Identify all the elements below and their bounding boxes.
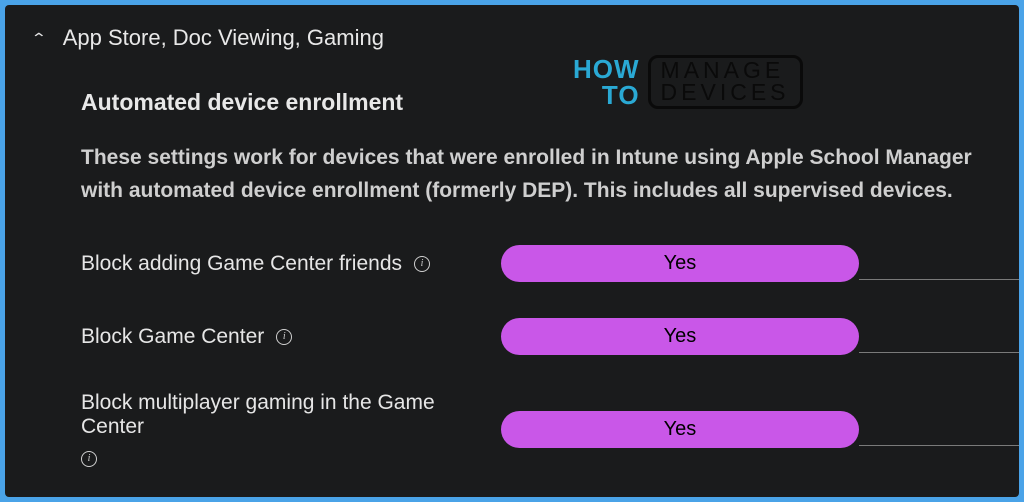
watermark-box: MANAGE DEVICES: [648, 55, 803, 109]
settings-panel: ⌃ App Store, Doc Viewing, Gaming HOW TO …: [5, 5, 1019, 497]
info-icon[interactable]: i: [276, 329, 292, 345]
content-area: Automated device enrollment These settin…: [33, 89, 1019, 467]
toggle-area: Yes: [501, 245, 1019, 282]
section-title: App Store, Doc Viewing, Gaming: [63, 25, 384, 51]
toggle-rail[interactable]: [859, 279, 1019, 280]
setting-row-block-gamecenter: Block Game Center i Yes: [81, 318, 1019, 355]
info-icon[interactable]: i: [414, 256, 430, 272]
setting-label: Block multiplayer gaming in the Game Cen…: [81, 391, 501, 439]
toggle-yes[interactable]: Yes: [501, 245, 859, 282]
toggle-rail[interactable]: [859, 445, 1019, 446]
setting-row-block-friends: Block adding Game Center friends i Yes: [81, 245, 1019, 282]
toggle-area: Yes: [501, 411, 1019, 448]
watermark-how: HOW: [573, 56, 640, 82]
toggle-yes[interactable]: Yes: [501, 411, 859, 448]
section-header[interactable]: ⌃ App Store, Doc Viewing, Gaming: [33, 25, 1019, 51]
toggle-rail[interactable]: [859, 352, 1019, 353]
toggle-area: Yes: [501, 318, 1019, 355]
setting-label: Block Game Center: [81, 325, 264, 349]
watermark-devices: DEVICES: [661, 82, 790, 104]
setting-label-wrap: Block multiplayer gaming in the Game Cen…: [81, 391, 501, 467]
toggle-yes[interactable]: Yes: [501, 318, 859, 355]
setting-row-block-multiplayer: Block multiplayer gaming in the Game Cen…: [81, 391, 1019, 467]
setting-label: Block adding Game Center friends: [81, 252, 402, 276]
setting-label-wrap: Block adding Game Center friends i: [81, 252, 501, 276]
watermark-logo: HOW TO MANAGE DEVICES: [573, 55, 803, 109]
subsection-title: Automated device enrollment: [81, 89, 1019, 116]
subsection-description: These settings work for devices that wer…: [81, 142, 1019, 207]
info-icon[interactable]: i: [81, 451, 97, 467]
watermark-to: TO: [573, 82, 640, 108]
watermark-left: HOW TO: [573, 56, 640, 108]
setting-label-wrap: Block Game Center i: [81, 325, 501, 349]
chevron-up-icon: ⌃: [31, 30, 47, 47]
